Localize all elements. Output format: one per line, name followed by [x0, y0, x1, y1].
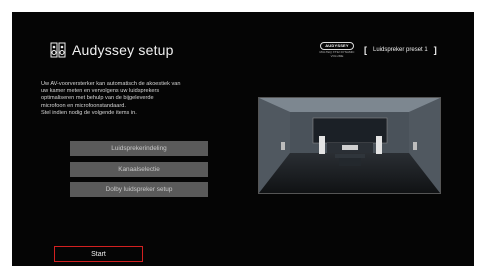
start-button[interactable]: Start — [54, 246, 143, 262]
preset-bracket-open: [ — [364, 45, 367, 55]
logo-subtext: MULTEQ XT32 DYNAMIC VOLUME — [319, 50, 355, 58]
description-text: Uw AV-voorversterker kan automatisch de … — [41, 81, 256, 117]
logo-text: AUDYSSEY — [320, 42, 354, 50]
speaker-preset-indicator: [ Luidspreker preset 1 ] — [364, 45, 437, 55]
description-line: optimaliseren met behulp van de bijgelev… — [41, 95, 154, 102]
menu-item-speaker-layout[interactable]: Luidsprekerindeling — [70, 141, 208, 156]
room-illustration — [258, 97, 441, 194]
preset-label: Luidspreker preset 1 — [373, 47, 428, 53]
page-title: Audyssey setup — [72, 42, 174, 58]
title-row: Audyssey setup — [50, 42, 174, 58]
description-line: microfoon en microfoonstandaard. — [41, 102, 126, 109]
menu-item-channel-select[interactable]: Kanaalselectie — [70, 162, 208, 177]
setup-screen: Audyssey setup AUDYSSEY MULTEQ XT32 DYNA… — [12, 12, 474, 266]
description-line: uw kamer meten en vervolgens uw luidspre… — [41, 88, 160, 95]
menu-item-dolby-speaker-setup[interactable]: Dolby luidspreker setup — [70, 182, 208, 197]
audyssey-speaker-icon — [50, 42, 66, 58]
description-line: Stel indien nodig de volgende items in. — [41, 109, 137, 116]
description-line: Uw AV-voorversterker kan automatisch de … — [41, 81, 181, 87]
audyssey-logo: AUDYSSEY MULTEQ XT32 DYNAMIC VOLUME — [317, 42, 357, 59]
preset-bracket-close: ] — [433, 45, 437, 55]
